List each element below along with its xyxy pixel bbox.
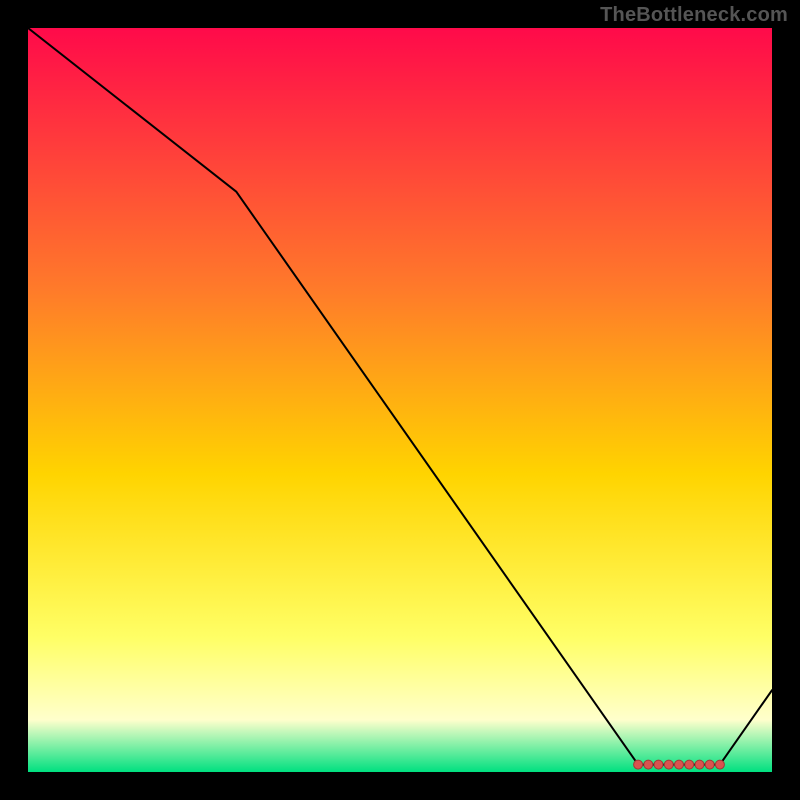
marker-dot xyxy=(715,760,724,769)
plot-area xyxy=(28,28,772,772)
chart-svg xyxy=(28,28,772,772)
marker-dot xyxy=(664,760,673,769)
marker-dot xyxy=(634,760,643,769)
marker-dot xyxy=(654,760,663,769)
chart-container: TheBottleneck.com xyxy=(0,0,800,800)
marker-dot xyxy=(675,760,684,769)
marker-dot xyxy=(685,760,694,769)
optimal-region-markers xyxy=(634,760,725,769)
watermark-text: TheBottleneck.com xyxy=(600,4,788,27)
marker-dot xyxy=(644,760,653,769)
marker-dot xyxy=(705,760,714,769)
gradient-background xyxy=(28,28,772,772)
marker-dot xyxy=(695,760,704,769)
